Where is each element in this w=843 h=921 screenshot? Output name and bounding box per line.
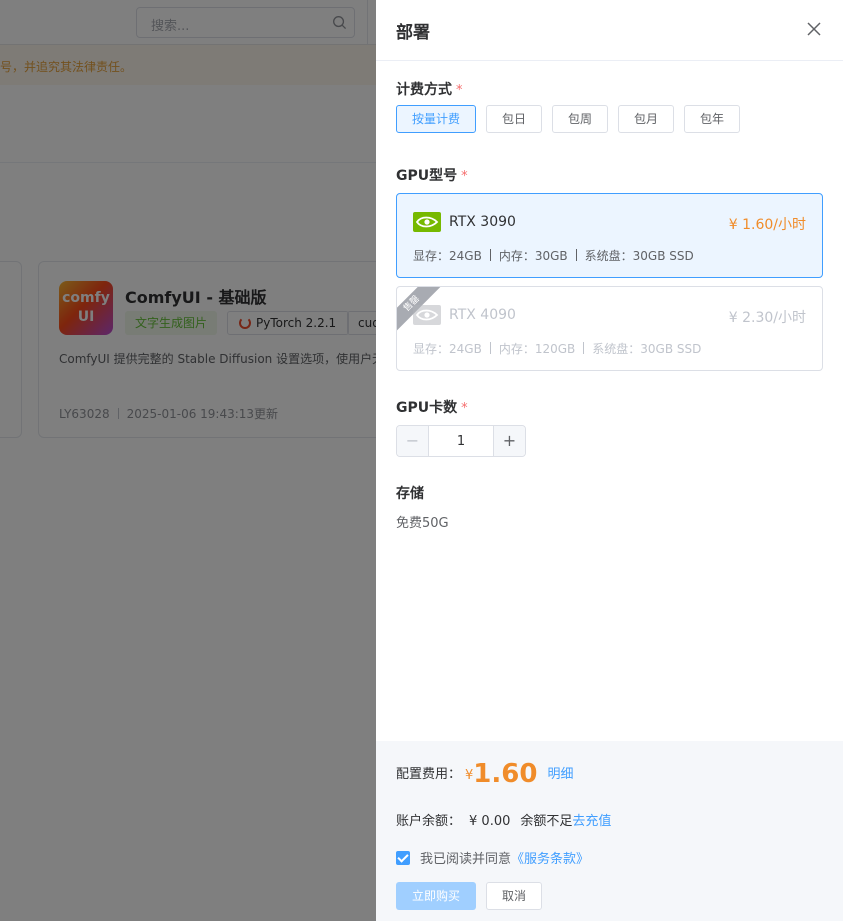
modal-overlay[interactable]	[0, 0, 376, 921]
gpu-memory: 内存：30GB	[498, 249, 568, 263]
terms-link[interactable]: 《服务条款》	[511, 852, 589, 867]
billing-label: 计费方式 *	[396, 79, 463, 99]
gpu-option-rtx4090: 售罄 RTX 4090 ¥ 2.30/小时 显存：24GB 内存：120GB 系统盘…	[396, 286, 823, 371]
gpu-count-label: GPU卡数 *	[396, 397, 468, 417]
billing-options: 按量计费 包日 包周 包月 包年	[396, 105, 750, 133]
drawer-header: 部署	[376, 0, 843, 61]
balance-value: ¥ 0.00	[469, 814, 511, 829]
gpu-price: ¥ 2.30/小时	[728, 310, 806, 326]
gpu-count-label-text: GPU卡数	[396, 400, 458, 416]
required-mark: *	[461, 401, 468, 416]
insufficient-text: 余额不足	[520, 814, 573, 829]
required-mark: *	[456, 83, 463, 98]
gpu-name: RTX 4090	[449, 307, 516, 323]
drawer-title: 部署	[396, 23, 430, 43]
billing-option-monthly[interactable]: 包月	[618, 105, 674, 133]
spec-separator	[583, 342, 585, 354]
gpu-name: RTX 3090	[449, 214, 516, 230]
balance-row: 账户余额： ¥ 0.00 余额不足去充值	[396, 810, 611, 829]
close-icon[interactable]	[805, 20, 823, 38]
cost-row: 配置费用： ¥1.60 明细	[396, 759, 573, 789]
background-page: 搜索... 号，并追究其法律责任。 comfy UI ComfyUI - 基础版…	[0, 0, 376, 921]
agreement-checkbox[interactable]	[396, 851, 410, 865]
nvidia-icon	[413, 212, 441, 232]
gpu-disk: 系统盘：30GB SSD	[592, 342, 702, 356]
billing-option-yearly[interactable]: 包年	[684, 105, 740, 133]
increment-button[interactable]: +	[493, 426, 525, 456]
gpu-disk: 系统盘：30GB SSD	[584, 249, 694, 263]
gpu-specs: 显存：24GB 内存：120GB 系统盘：30GB SSD	[413, 340, 701, 357]
spec-separator	[575, 249, 577, 261]
billing-option-pay-as-you-go[interactable]: 按量计费	[396, 105, 476, 133]
spec-separator	[489, 342, 491, 354]
gpu-option-rtx3090[interactable]: RTX 3090 ¥ 1.60/小时 显存：24GB 内存：30GB 系统盘：30G…	[396, 193, 823, 278]
cost-label: 配置费用：	[396, 767, 462, 782]
gpu-model-label-text: GPU型号	[396, 168, 458, 184]
billing-label-text: 计费方式	[396, 82, 452, 98]
nvidia-icon	[413, 305, 441, 325]
cancel-button[interactable]: 取消	[486, 882, 542, 910]
cost-detail-link[interactable]: 明细	[547, 767, 573, 782]
storage-value: 免费50G	[396, 516, 449, 531]
agreement-text: 我已阅读并同意	[420, 852, 512, 867]
decrement-button[interactable]: −	[397, 426, 429, 456]
balance-label: 账户余额：	[396, 814, 462, 829]
required-mark: *	[461, 169, 468, 184]
gpu-model-label: GPU型号 *	[396, 165, 468, 185]
gpu-count-stepper: − +	[396, 425, 526, 457]
gpu-vram: 显存：24GB	[413, 342, 482, 356]
deploy-drawer: 部署 计费方式 * 按量计费 包日 包周 包月 包年 GPU型号 * RTX 309…	[376, 0, 843, 921]
buy-now-button[interactable]: 立即购买	[396, 882, 476, 910]
recharge-link[interactable]: 去充值	[572, 814, 611, 829]
storage-label: 存储	[396, 486, 424, 502]
billing-option-daily[interactable]: 包日	[486, 105, 542, 133]
gpu-price: ¥ 1.60/小时	[728, 217, 806, 233]
drawer-footer: 配置费用： ¥1.60 明细 账户余额： ¥ 0.00 余额不足去充值 我已阅读并同意《…	[376, 741, 843, 921]
gpu-count-input[interactable]	[430, 426, 492, 456]
cost-amount: 1.60	[473, 759, 538, 789]
spec-separator	[489, 249, 491, 261]
agreement-row: 我已阅读并同意《服务条款》	[396, 848, 589, 867]
gpu-memory: 内存：120GB	[498, 342, 576, 356]
gpu-vram: 显存：24GB	[413, 249, 482, 263]
gpu-specs: 显存：24GB 内存：30GB 系统盘：30GB SSD	[413, 247, 694, 264]
billing-option-weekly[interactable]: 包周	[552, 105, 608, 133]
